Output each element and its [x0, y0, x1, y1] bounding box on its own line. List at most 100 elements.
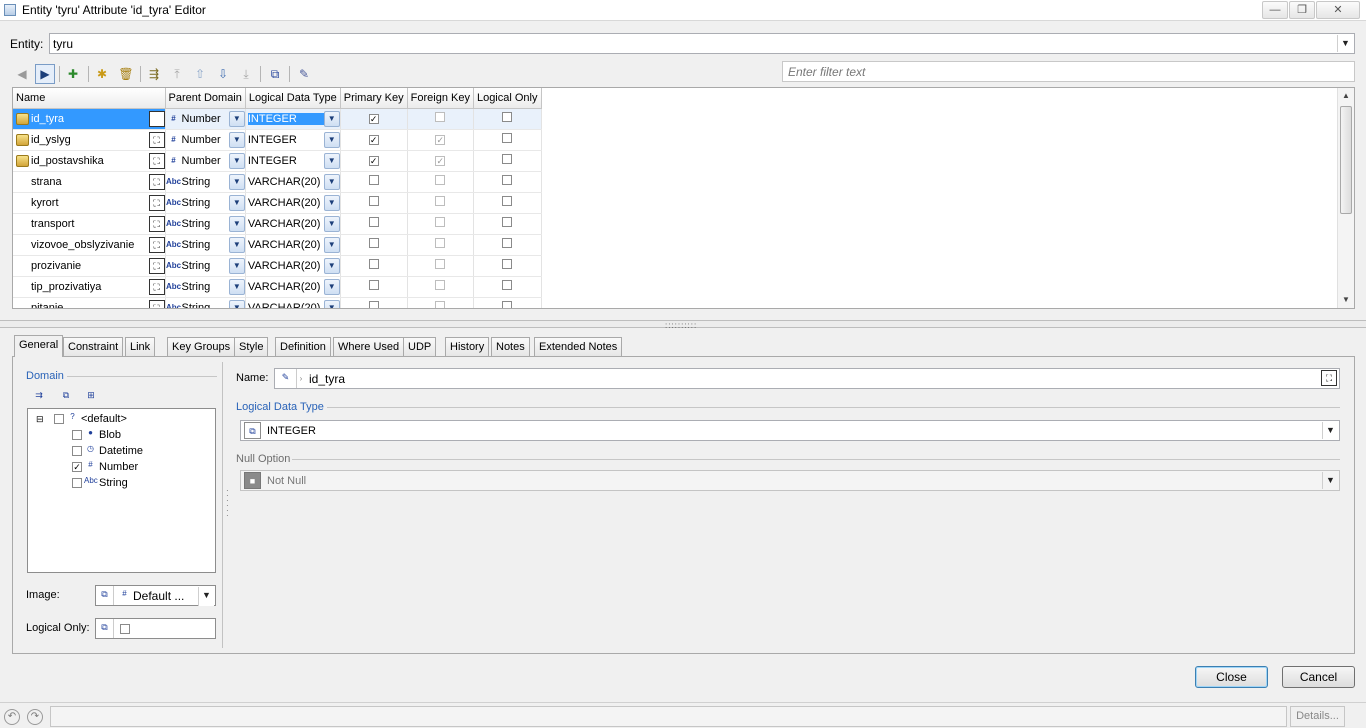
cell-logical-only[interactable]	[473, 213, 542, 235]
cell-logical-data-type[interactable]: INTEGER ▼	[245, 129, 341, 151]
next-icon[interactable]: ▶	[35, 64, 55, 84]
cell-name[interactable]: tip_prozivatiya ⛶	[13, 276, 166, 298]
chevron-down-icon[interactable]: ▼	[228, 299, 245, 308]
cell-logical-only[interactable]	[473, 150, 542, 172]
cell-logical-only[interactable]	[473, 234, 542, 256]
chevron-down-icon[interactable]: ▼	[323, 152, 340, 169]
cell-logical-data-type[interactable]: VARCHAR(20) ▼	[245, 276, 341, 298]
attribute-grid[interactable]: Name Parent Domain Logical Data Type Pri…	[12, 87, 1355, 309]
table-row[interactable]: id_tyra ⛶ # Number ▼ INTEGER ▼ ✓	[13, 108, 542, 130]
foreign-key-checkbox[interactable]	[435, 112, 446, 122]
expand-editor-icon[interactable]: ⛶	[148, 257, 165, 274]
details-button[interactable]: Details...	[1290, 706, 1345, 727]
move-bottom-icon[interactable]: ⤓	[236, 64, 256, 84]
cell-parent-domain[interactable]: Abc String ▼	[165, 255, 246, 277]
domain-icon[interactable]: ⧉	[265, 64, 285, 84]
primary-key-checkbox[interactable]: ✓	[368, 134, 379, 145]
column-header-logical-only[interactable]: Logical Only	[473, 88, 542, 109]
tab-notes[interactable]: Notes	[491, 337, 530, 356]
cell-logical-data-type[interactable]: VARCHAR(20) ▼	[245, 297, 341, 308]
primary-key-checkbox[interactable]	[368, 175, 379, 185]
cell-logical-data-type[interactable]: VARCHAR(20) ▼	[245, 171, 341, 193]
cell-name[interactable]: id_postavshika ⛶	[13, 150, 166, 172]
list-view-icon[interactable]: ⧉	[57, 386, 75, 404]
cell-foreign-key[interactable]	[407, 108, 474, 130]
chevron-down-icon[interactable]: ▼	[323, 278, 340, 295]
redo-icon[interactable]: ↷	[27, 709, 43, 725]
entity-select[interactable]: tyru ▼	[49, 33, 1355, 54]
cell-name[interactable]: id_tyra ⛶	[13, 108, 166, 130]
expand-editor-icon[interactable]: ⛶	[148, 173, 165, 190]
close-button[interactable]: Close	[1195, 666, 1268, 688]
cell-primary-key[interactable]: ✓	[340, 150, 408, 172]
splitter-grip-icon[interactable]: · · · · · ·	[226, 487, 229, 520]
cell-parent-domain[interactable]: Abc String ▼	[165, 171, 246, 193]
foreign-key-checkbox[interactable]	[435, 217, 446, 227]
tree-node-string[interactable]: Abc String	[72, 475, 128, 491]
tab-udp[interactable]: UDP	[403, 337, 437, 356]
cell-parent-domain[interactable]: Abc String ▼	[165, 297, 246, 308]
chevron-down-icon[interactable]: ▼	[1337, 35, 1353, 52]
cell-foreign-key[interactable]: ✓	[407, 129, 474, 151]
logical-only-checkbox[interactable]	[502, 280, 513, 290]
logical-only-checkbox[interactable]	[502, 154, 513, 164]
chevron-down-icon[interactable]: ▼	[323, 110, 340, 127]
logical-only-checkbox[interactable]	[502, 112, 513, 122]
cell-primary-key[interactable]	[340, 171, 408, 193]
tab-key-groups[interactable]: Key Groups	[167, 337, 236, 356]
chevron-down-icon[interactable]: ▼	[228, 152, 245, 169]
logical-data-type-select[interactable]: ⧉ INTEGER ▼	[240, 420, 1340, 441]
table-row[interactable]: transport ⛶ Abc String ▼ VARCHAR(20) ▼	[13, 213, 542, 235]
cell-primary-key[interactable]: ✓	[340, 129, 408, 151]
cell-name[interactable]: pitanie ⛶	[13, 297, 166, 308]
chevron-down-icon[interactable]: ▼	[323, 257, 340, 274]
tree-node-default[interactable]: ⊟ ? <default>	[36, 411, 127, 427]
cell-parent-domain[interactable]: # Number ▼	[165, 129, 246, 151]
foreign-key-checkbox[interactable]	[435, 259, 446, 269]
cell-logical-data-type[interactable]: VARCHAR(20) ▼	[245, 234, 341, 256]
close-window-button[interactable]: ✕	[1316, 1, 1360, 19]
undo-icon[interactable]: ↶	[4, 709, 20, 725]
expand-editor-icon[interactable]: ⛶	[148, 236, 165, 253]
logical-only-checkbox[interactable]	[502, 301, 513, 308]
table-row[interactable]: strana ⛶ Abc String ▼ VARCHAR(20) ▼	[13, 171, 542, 193]
cell-name[interactable]: kyrort ⛶	[13, 192, 166, 214]
chevron-down-icon[interactable]: ▼	[323, 299, 340, 308]
expand-editor-icon[interactable]: ⛶	[148, 299, 165, 308]
checkbox[interactable]	[72, 478, 82, 488]
cell-foreign-key[interactable]	[407, 192, 474, 214]
cell-logical-data-type[interactable]: VARCHAR(20) ▼	[245, 255, 341, 277]
primary-key-checkbox[interactable]	[368, 259, 379, 269]
tree-view-icon[interactable]: ⇉	[30, 386, 48, 404]
primary-key-checkbox[interactable]	[368, 238, 379, 248]
cell-primary-key[interactable]	[340, 234, 408, 256]
cell-parent-domain[interactable]: Abc String ▼	[165, 234, 246, 256]
chevron-down-icon[interactable]: ▼	[228, 257, 245, 274]
column-header-logical-data-type[interactable]: Logical Data Type	[245, 88, 341, 109]
cell-primary-key[interactable]	[340, 276, 408, 298]
scroll-down-icon[interactable]: ▼	[1338, 292, 1354, 308]
column-header-foreign-key[interactable]: Foreign Key	[407, 88, 474, 109]
column-header-parent-domain[interactable]: Parent Domain	[165, 88, 246, 109]
expand-editor-icon[interactable]: ⛶	[148, 110, 165, 127]
table-row[interactable]: id_postavshika ⛶ # Number ▼ INTEGER ▼ ✓ …	[13, 150, 542, 172]
chevron-down-icon[interactable]: ▼	[228, 236, 245, 253]
cell-logical-only[interactable]	[473, 297, 542, 308]
cell-parent-domain[interactable]: Abc String ▼	[165, 213, 246, 235]
cell-logical-only[interactable]	[473, 276, 542, 298]
cell-name[interactable]: vizovoe_obslyzivanie ⛶	[13, 234, 166, 256]
chevron-down-icon[interactable]: ▼	[1322, 422, 1338, 439]
new-attribute-icon[interactable]: ✚	[63, 64, 83, 84]
chevron-down-icon[interactable]: ▼	[228, 215, 245, 232]
cancel-button[interactable]: Cancel	[1282, 666, 1355, 688]
cell-name[interactable]: prozivanie ⛶	[13, 255, 166, 277]
migrate-icon[interactable]: ⇶	[144, 64, 164, 84]
scroll-up-icon[interactable]: ▲	[1338, 88, 1354, 104]
cell-foreign-key[interactable]	[407, 297, 474, 308]
tree-node-datetime[interactable]: ◷ Datetime	[72, 443, 143, 459]
collapse-icon[interactable]: ⊟	[36, 414, 46, 425]
expand-editor-icon[interactable]: ⛶	[148, 278, 165, 295]
table-row[interactable]: pitanie ⛶ Abc String ▼ VARCHAR(20) ▼	[13, 297, 542, 308]
checkbox[interactable]	[72, 446, 82, 456]
cell-name[interactable]: transport ⛶	[13, 213, 166, 235]
